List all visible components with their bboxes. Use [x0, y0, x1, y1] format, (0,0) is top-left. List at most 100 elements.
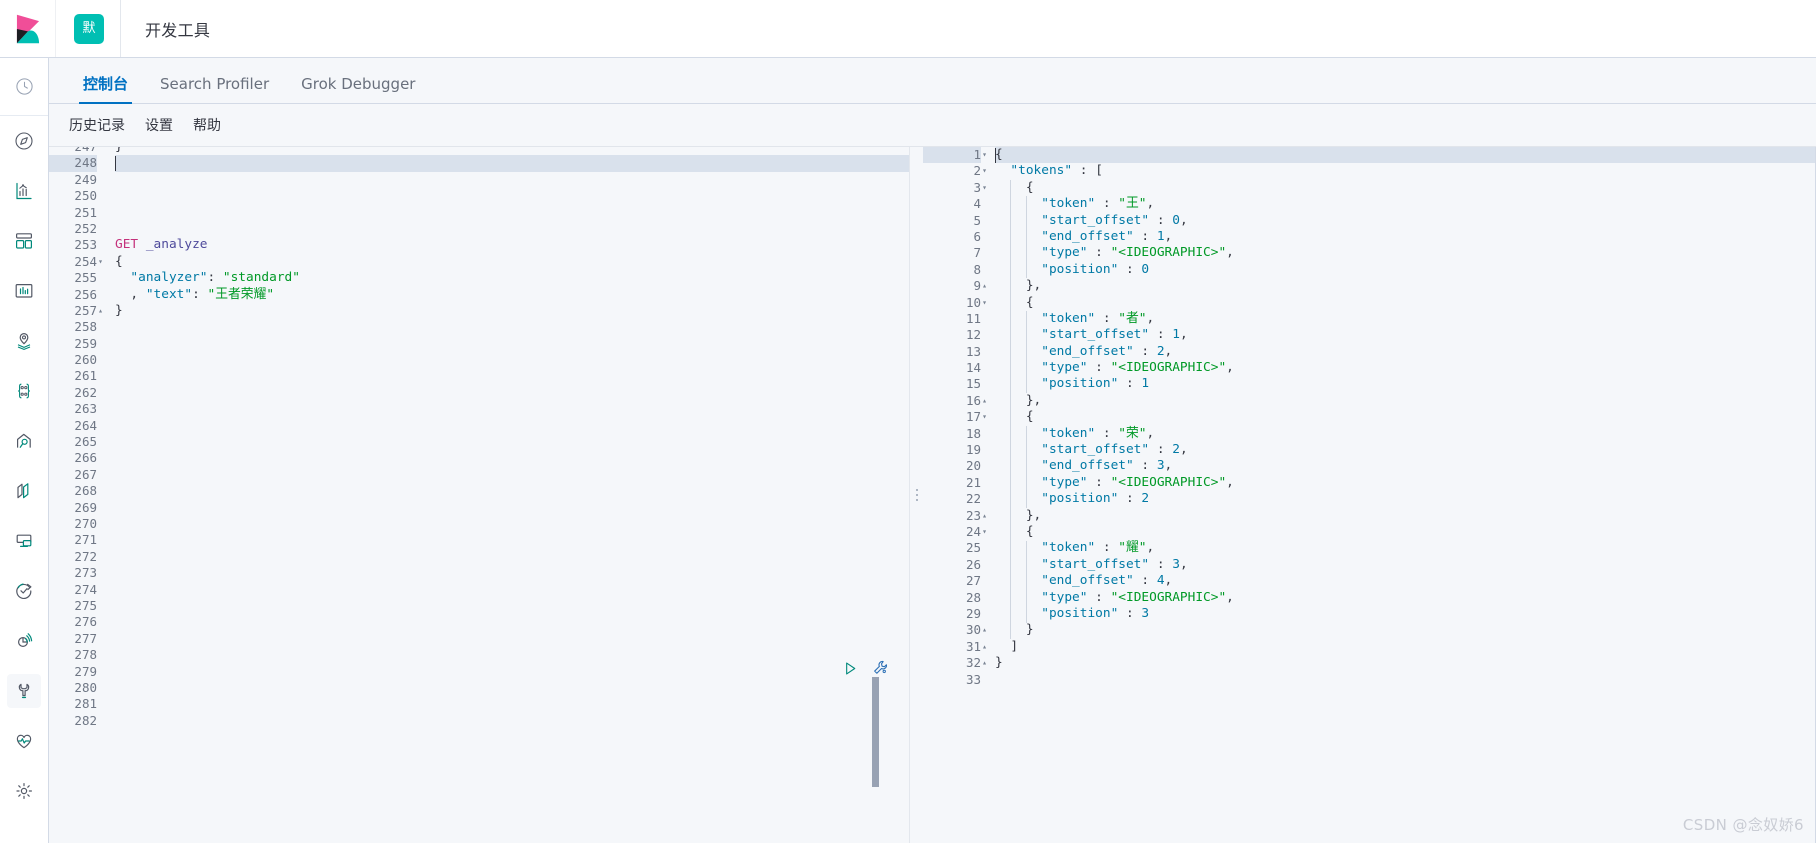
code-line[interactable]: "analyzer": "standard" — [115, 270, 909, 286]
sidebar-item-infrastructure[interactable] — [7, 424, 41, 458]
code-line[interactable]: "start_offset" : 3, — [995, 557, 1816, 573]
fold-toggle-icon[interactable]: ▾ — [980, 163, 989, 179]
code-line[interactable]: "type" : "<IDEOGRAPHIC>", — [995, 245, 1816, 261]
code-line[interactable] — [115, 549, 909, 565]
code-line[interactable]: "position" : 0 — [995, 262, 1816, 278]
code-line[interactable]: { — [995, 409, 1816, 425]
code-line[interactable]: "end_offset" : 2, — [995, 344, 1816, 360]
code-line[interactable]: }, — [995, 508, 1816, 524]
code-line[interactable]: ] — [995, 639, 1816, 655]
sidebar-item-recently-viewed[interactable] — [7, 69, 41, 103]
fold-toggle-icon[interactable]: ▴ — [980, 622, 989, 638]
sidebar-item-apm[interactable] — [7, 524, 41, 558]
code-line[interactable] — [115, 352, 909, 368]
subnav-item-help[interactable]: 帮助 — [193, 115, 221, 135]
sidebar-item-maps[interactable] — [7, 324, 41, 358]
code-line[interactable]: "end_offset" : 3, — [995, 458, 1816, 474]
code-line[interactable] — [115, 614, 909, 630]
code-line[interactable]: } — [115, 147, 909, 155]
fold-toggle-icon[interactable]: ▴ — [980, 508, 989, 524]
code-line[interactable] — [115, 647, 909, 663]
code-line[interactable]: "end_offset" : 4, — [995, 573, 1816, 589]
code-line[interactable] — [115, 401, 909, 417]
code-line[interactable] — [115, 221, 909, 237]
subnav-item-settings[interactable]: 设置 — [145, 115, 173, 135]
code-line[interactable] — [115, 336, 909, 352]
code-line[interactable]: { — [995, 180, 1816, 196]
subnav-item-history[interactable]: 历史记录 — [69, 115, 125, 135]
code-line[interactable] — [115, 319, 909, 335]
sidebar-item-discover[interactable] — [7, 124, 41, 158]
code-line[interactable]: "position" : 2 — [995, 491, 1816, 507]
code-line[interactable] — [115, 500, 909, 516]
sidebar-item-siem[interactable] — [7, 624, 41, 658]
code-line[interactable]: "start_offset" : 2, — [995, 442, 1816, 458]
sidebar-item-visualize[interactable] — [7, 174, 41, 208]
sidebar-item-machine-learning[interactable] — [7, 374, 41, 408]
pane-splitter[interactable] — [909, 147, 923, 843]
request-editor-pane[interactable]: 247248249250251252253254▾255256257▴25825… — [49, 147, 909, 843]
sidebar-item-dev-tools[interactable] — [7, 674, 41, 708]
tab-console[interactable]: 控制台 — [67, 77, 144, 104]
code-line[interactable]: , "text": "王者荣耀" — [115, 287, 909, 303]
code-line[interactable] — [115, 664, 909, 680]
code-line[interactable] — [115, 418, 909, 434]
code-line[interactable] — [115, 532, 909, 548]
code-line[interactable]: } — [995, 622, 1816, 638]
tab-search-profiler[interactable]: Search Profiler — [144, 77, 285, 103]
code-line[interactable] — [115, 172, 909, 188]
code-line[interactable]: "type" : "<IDEOGRAPHIC>", — [995, 590, 1816, 606]
fold-toggle-icon[interactable]: ▾ — [980, 295, 989, 311]
code-line[interactable] — [115, 565, 909, 581]
fold-toggle-icon[interactable]: ▾ — [96, 254, 105, 270]
code-line[interactable] — [115, 598, 909, 614]
request-code[interactable]: } GET _analyze{ "analyzer": "standard" , … — [105, 147, 909, 843]
code-line[interactable] — [115, 680, 909, 696]
fold-toggle-icon[interactable]: ▴ — [980, 655, 989, 671]
fold-toggle-icon[interactable]: ▾ — [980, 180, 989, 196]
code-line[interactable]: "position" : 3 — [995, 606, 1816, 622]
code-line[interactable]: "position" : 1 — [995, 376, 1816, 392]
code-line[interactable]: { — [995, 524, 1816, 540]
response-code[interactable]: { "tokens" : [ { "token" : "王", "start_o… — [985, 147, 1816, 843]
code-line[interactable]: { — [995, 295, 1816, 311]
code-line[interactable]: { — [995, 147, 1816, 164]
fold-toggle-icon[interactable]: ▾ — [980, 409, 989, 425]
code-line[interactable]: }, — [995, 278, 1816, 294]
code-line[interactable] — [115, 450, 909, 466]
code-line[interactable]: "start_offset" : 1, — [995, 327, 1816, 343]
code-line[interactable] — [115, 434, 909, 450]
sidebar-item-dashboard[interactable] — [7, 224, 41, 258]
code-line[interactable]: "token" : "荣", — [995, 426, 1816, 442]
request-scrollbar-thumb[interactable] — [872, 677, 879, 787]
code-line[interactable] — [995, 672, 1816, 688]
code-line[interactable]: }, — [995, 393, 1816, 409]
sidebar-item-logs[interactable] — [7, 474, 41, 508]
fold-toggle-icon[interactable]: ▾ — [980, 147, 989, 163]
code-line[interactable]: } — [995, 655, 1816, 671]
code-line[interactable]: GET _analyze — [115, 237, 909, 253]
code-line[interactable] — [115, 188, 909, 204]
sidebar-item-uptime[interactable] — [7, 574, 41, 608]
fold-toggle-icon[interactable]: ▴ — [980, 393, 989, 409]
code-line[interactable] — [115, 385, 909, 401]
code-line[interactable] — [115, 713, 909, 729]
request-scrollbar-track[interactable] — [872, 147, 895, 843]
code-line[interactable] — [115, 631, 909, 647]
fold-toggle-icon[interactable]: ▾ — [980, 524, 989, 540]
tab-grok-debugger[interactable]: Grok Debugger — [285, 77, 431, 103]
code-line[interactable] — [115, 516, 909, 532]
code-line[interactable]: "end_offset" : 1, — [995, 229, 1816, 245]
code-line[interactable]: { — [115, 254, 909, 270]
code-line[interactable]: "start_offset" : 0, — [995, 213, 1816, 229]
code-line[interactable]: "token" : "王", — [995, 196, 1816, 212]
code-line[interactable] — [115, 582, 909, 598]
code-line[interactable] — [115, 205, 909, 221]
wrench-options-icon[interactable] — [872, 659, 890, 677]
response-editor-pane[interactable]: 1 ▾ 2 ▾ 3 ▾ 4 5 6 7 8 9 ▴ 10 ▾ 11 12 13 14 15 16 ▴ 17 ▾ 18 19 20 21… — [909, 147, 1816, 843]
code-line[interactable]: "type" : "<IDEOGRAPHIC>", — [995, 360, 1816, 376]
space-selector[interactable]: 默 — [56, 0, 121, 57]
sidebar-item-management[interactable] — [7, 774, 41, 808]
sidebar-item-canvas[interactable] — [7, 274, 41, 308]
code-line[interactable]: "token" : "者", — [995, 311, 1816, 327]
